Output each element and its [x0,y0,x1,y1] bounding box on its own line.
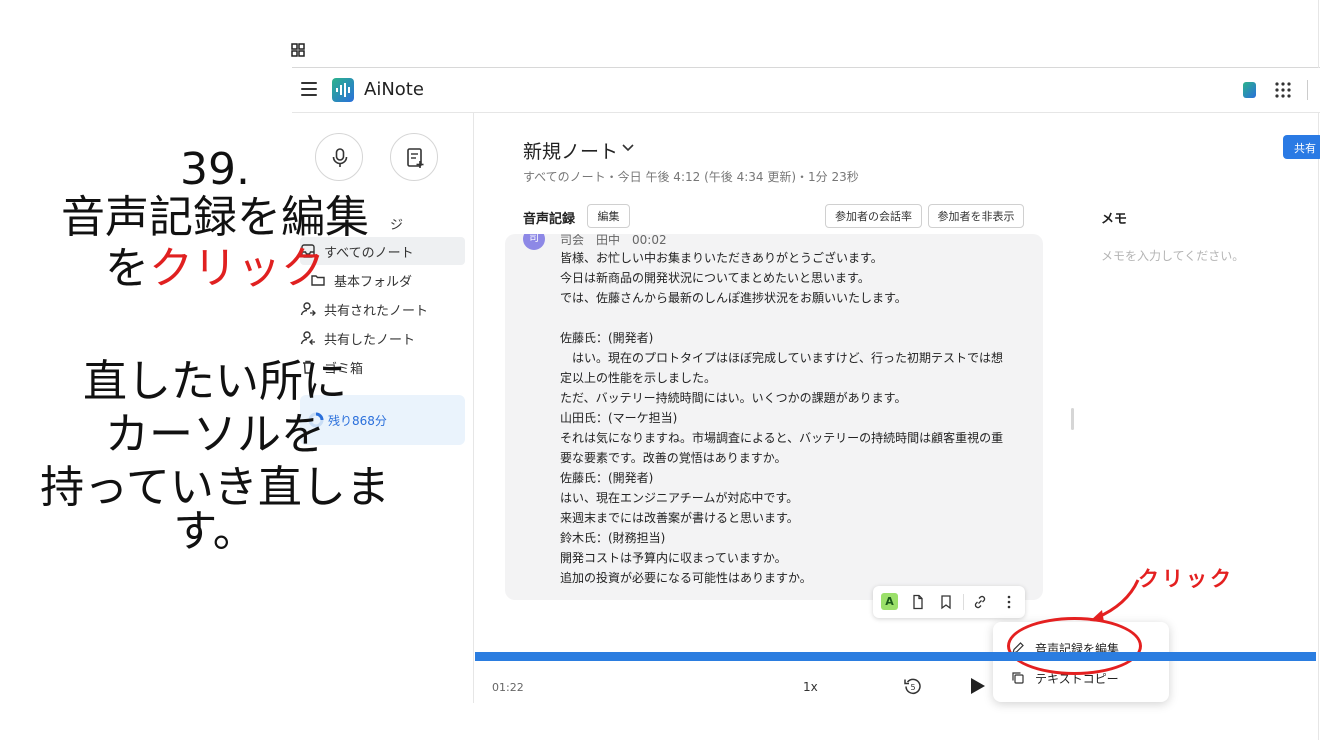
app-logo-icon [332,78,354,102]
annotation-line-3: 直したい所に [83,356,347,407]
annotation-step-number: 39. [180,144,250,195]
bookmark-icon[interactable] [938,594,954,610]
memo-title: メモ [1101,212,1128,227]
transcript-line [560,308,1030,328]
sidebar-item-label: 共有したノート [324,332,416,348]
talk-rate-button[interactable]: 参加者の会話率 [825,204,922,228]
transcript-line: 開発コストは予算内に収まっていますか。 [560,551,787,565]
document-icon[interactable] [910,594,926,610]
hide-participants-button[interactable]: 参加者を非表示 [928,204,1024,228]
rewind-seconds-label: 5 [910,683,915,692]
chevron-down-icon[interactable] [622,143,634,153]
transcript-line: 今日は新商品の開発状況についてまとめたいと思います。 [560,271,870,285]
transcript-line: 山田氏：(マーケ担当) [560,411,678,425]
memo-input[interactable]: メモを入力してください。 [1101,247,1244,264]
header-divider [1307,80,1308,100]
note-meta: すべてのノート・今日 午後 4:12 (午後 4:34 更新)・1分 23秒 [523,170,859,184]
share-button[interactable]: 共有 [1283,135,1320,159]
app-logo-small-icon[interactable] [1243,82,1256,98]
annotation-line-2-prefix: を [105,243,149,294]
current-time: 01:22 [492,681,524,694]
transcript-line: それは気になりますね。市場調査によると、バッテリーの持続時間は顧客重視の重 [560,431,1004,445]
annotation-line-5: 持っていき直します。 [40,462,390,557]
user-share-icon [300,331,315,345]
app-name: AiNote [364,79,424,100]
transcript-line: 定以上の性能を示しました。 [560,371,717,385]
transcript-line: 来週末までには改善案が書けると思います。 [560,511,799,525]
arrow-icon [1090,579,1140,622]
menu-icon[interactable] [301,82,317,96]
annotation-line-4: カーソルを [105,409,325,460]
transcript-line: 佐藤氏：(開発者) [560,331,654,345]
more-vertical-icon[interactable] [1001,594,1017,610]
playback-progress-bar[interactable] [475,652,1316,661]
user-share-icon [300,302,316,316]
click-annotation-label: クリック [1138,567,1234,591]
annotation-click-emphasis: クリック [149,243,325,294]
avatar: 司 [523,234,545,250]
transcript-line: 佐藤氏：(開発者) [560,471,654,485]
sidebar-item-label: 共有されたノート [324,303,429,319]
transcript-line: はい。現在のプロトタイプはほぼ完成していますけど、行った初期テストでは想 [560,351,1004,365]
rewind-5s-icon[interactable]: 5 [903,676,923,696]
app-header: AiNote [292,68,1320,113]
transcript-text[interactable]: 皆様、お忙しい中お集まりいただきありがとうございます。 今日は新商品の開発状況に… [560,248,1030,588]
transcript-toolbar: A [873,586,1025,618]
sidebar-item-shared-with-me[interactable]: 共有されたノート [300,295,465,323]
playback-speed-button[interactable]: 1x [803,680,818,694]
transcript-line: 皆様、お忙しい中お集まりいただきありがとうございます。 [560,251,883,265]
transcript-line: では、佐藤さんから最新のしんぽ進捗状況をお願いいたします。 [560,291,907,305]
copy-icon [1012,672,1024,684]
annotation-line-1: 音声記録を編集 [61,192,369,243]
link-icon[interactable] [972,594,988,610]
note-title[interactable]: 新規ノート [523,137,618,164]
toolbar-divider [963,594,964,610]
play-icon[interactable] [967,676,987,696]
transcript-edit-button[interactable]: 編集 [587,204,630,228]
speaker-info: 司会 田中 00:02 [560,234,667,247]
annotation-line-2: をクリック [0,247,430,291]
sidebar-item-shared-by-me[interactable]: 共有したノート [300,324,465,352]
transcript-line: ただ、バッテリー持続時間にはい。いくつかの課題があります。 [560,391,907,405]
panel-resize-handle[interactable] [1071,408,1074,430]
grid-icon[interactable] [291,43,305,57]
transcript-line: 要な要素です。改善の覚悟はありますか。 [560,451,787,465]
highlight-button[interactable]: A [881,593,898,610]
transcript-label: 音声記録 [523,212,576,227]
transcript-line: 追加の投資が必要になる可能性はありますか。 [560,571,812,585]
transcript-panel[interactable]: 司 司会 田中 00:02 皆様、お忙しい中お集まりいただきありがとうございます… [505,234,1043,600]
transcript-line: はい、現在エンジニアチームが対応中です。 [560,491,799,505]
transcript-line: 鈴木氏：(財務担当) [560,531,666,545]
apps-grid-icon[interactable] [1274,81,1292,99]
